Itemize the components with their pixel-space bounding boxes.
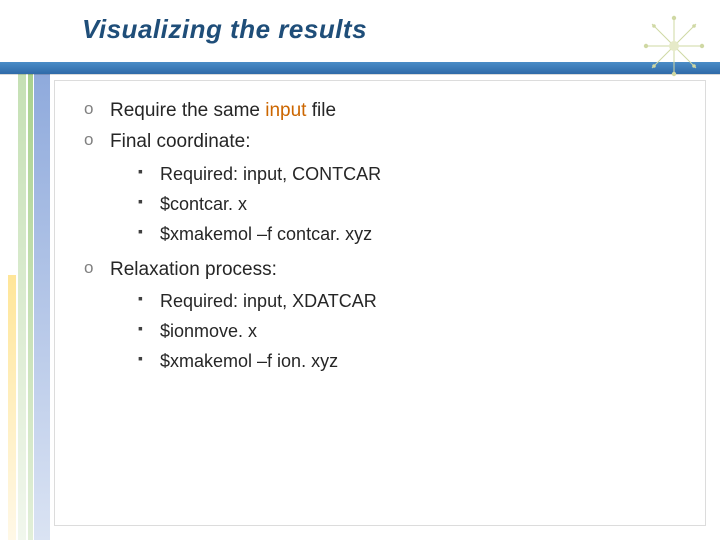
bullet-item: Require the same input file [84,96,381,125]
decor-stripe [34,74,50,540]
text: Require the same [110,100,265,121]
sub-bullet: $ionmove. x [138,318,381,346]
text: Relaxation process: [110,259,277,280]
text: Final coordinate: [110,131,250,152]
decor-stripe [28,74,33,540]
sub-bullet: Required: input, CONTCAR [138,161,381,189]
sub-bullet: $xmakemol –f ion. xyz [138,348,381,376]
sub-bullet: $xmakemol –f contcar. xyz [138,221,381,249]
bullet-item: Relaxation process: Required: input, XDA… [84,255,381,376]
slide-title: Visualizing the results [82,14,367,45]
sub-bullet: Required: input, XDATCAR [138,288,381,316]
header-underline [0,74,720,75]
sub-bullet: $contcar. x [138,191,381,219]
header-bar [0,62,720,74]
slide-body: Require the same input file Final coordi… [84,96,381,382]
bullet-item: Final coordinate: Required: input, CONTC… [84,127,381,248]
decor-stripe [8,275,16,540]
decor-stripe [18,74,26,540]
highlight-text: input [265,100,306,121]
text: file [306,100,336,121]
